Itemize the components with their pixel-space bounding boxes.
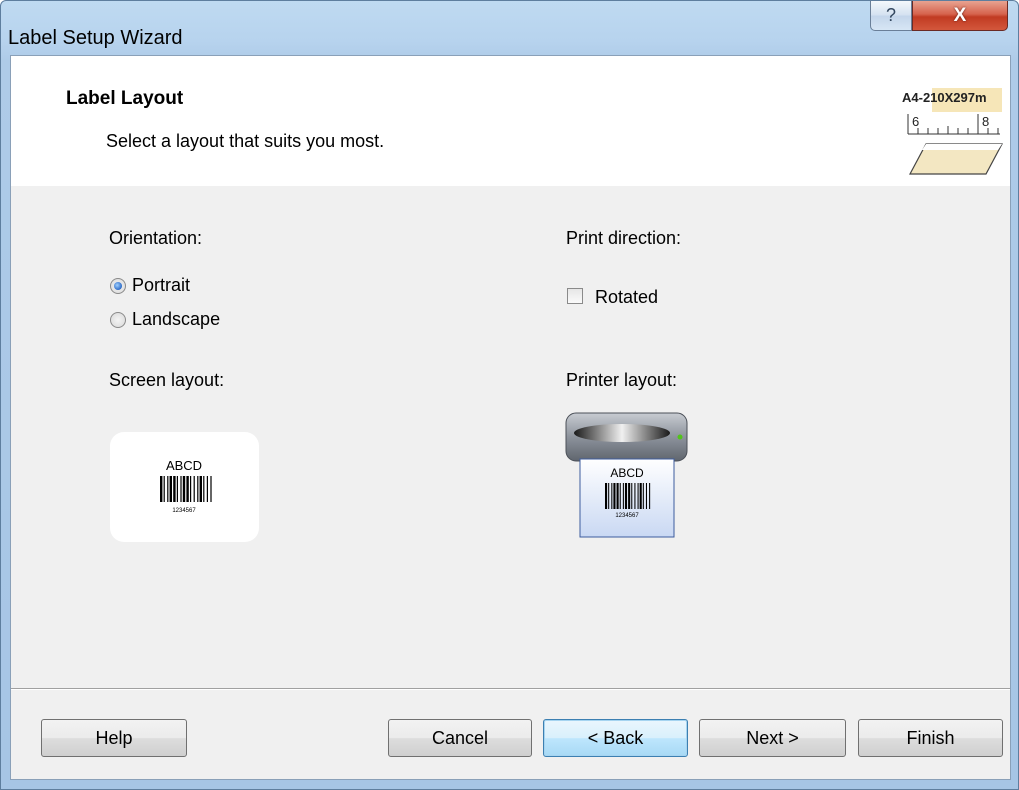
barcode-bar: [169, 476, 172, 502]
barcode-bar: [622, 483, 624, 509]
svg-text:8: 8: [982, 114, 989, 129]
barcode-bar: [180, 476, 182, 502]
print-direction-label: Print direction:: [566, 228, 682, 248]
barcode-bar: [628, 483, 631, 509]
barcode-bar: [173, 476, 176, 502]
page-title: Label Layout: [66, 88, 184, 109]
barcode-bar: [203, 476, 205, 502]
svg-text:6: 6: [912, 114, 919, 129]
barcode-bar: [182, 476, 186, 502]
cancel-button[interactable]: Cancel: [388, 719, 532, 757]
page-subtitle: Select a layout that suits you most.: [106, 131, 385, 151]
help-button[interactable]: Help: [41, 719, 187, 757]
screen-layout-preview: ABCD 1234567: [110, 432, 259, 542]
help-icon: ?: [885, 5, 896, 25]
barcode-bar: [193, 476, 195, 502]
close-button[interactable]: X: [912, 1, 1008, 31]
barcode-bar: [160, 476, 163, 502]
barcode-bar: [611, 483, 613, 509]
svg-text:ABCD: ABCD: [166, 458, 202, 473]
barcode-bar: [206, 476, 208, 502]
barcode-bar: [619, 483, 621, 509]
portrait-radio[interactable]: [110, 278, 126, 294]
barcode-bar: [631, 483, 633, 509]
barcode-bar: [210, 476, 212, 502]
button-separator: [11, 688, 1010, 690]
barcode-bar: [642, 483, 644, 509]
rotated-checkbox[interactable]: [567, 288, 583, 304]
barcode-bar: [605, 483, 608, 509]
landscape-label[interactable]: Landscape: [132, 309, 220, 330]
portrait-label[interactable]: Portrait: [132, 275, 190, 296]
close-icon: X: [953, 4, 967, 26]
wizard-header: Label Layout Select a layout that suits …: [11, 56, 1010, 186]
printer-layout-label: Printer layout:: [566, 370, 678, 390]
back-button[interactable]: < Back: [543, 719, 688, 757]
barcode-bar: [190, 476, 192, 502]
orientation-label: Orientation:: [109, 228, 203, 248]
barcode-bar: [649, 483, 651, 509]
barcode-bar: [634, 483, 636, 509]
window-title: Label Setup Wizard: [8, 27, 183, 49]
help-title-button[interactable]: ?: [870, 1, 912, 31]
barcode-bar: [616, 483, 619, 509]
svg-text:ABCD: ABCD: [610, 466, 644, 480]
svg-text:1234567: 1234567: [615, 513, 639, 519]
barcode-bar: [613, 483, 616, 509]
svg-text:1234567: 1234567: [172, 508, 196, 514]
barcode-bar: [624, 483, 628, 509]
barcode-bar: [199, 476, 202, 502]
finish-button[interactable]: Finish: [858, 719, 1003, 757]
barcode-bar: [608, 483, 610, 509]
barcode-bar: [637, 483, 639, 509]
barcode-bar: [163, 476, 165, 502]
barcode-bar: [645, 483, 647, 509]
page-setup-icon: A4-210X297m 6 8: [902, 88, 1003, 175]
barcode-bar: [167, 476, 169, 502]
screen-label-preview-image: ABCD 1234567: [160, 458, 212, 514]
barcode-bar: [639, 483, 642, 509]
printer-icon: ABCD 1234567: [565, 412, 688, 538]
barcode-bar: [197, 476, 199, 502]
svg-text:A4-210X297m: A4-210X297m: [902, 90, 987, 105]
barcode-bar: [186, 476, 189, 502]
wizard-window: Label Setup Wizard ? X Label Layout Sele…: [0, 0, 1019, 790]
wizard-body: Label Layout Select a layout that suits …: [10, 55, 1011, 780]
next-button[interactable]: Next >: [699, 719, 846, 757]
landscape-radio[interactable]: [110, 312, 126, 328]
rotated-label[interactable]: Rotated: [595, 287, 658, 308]
barcode-bar: [176, 476, 178, 502]
screen-layout-label: Screen layout:: [109, 370, 225, 390]
